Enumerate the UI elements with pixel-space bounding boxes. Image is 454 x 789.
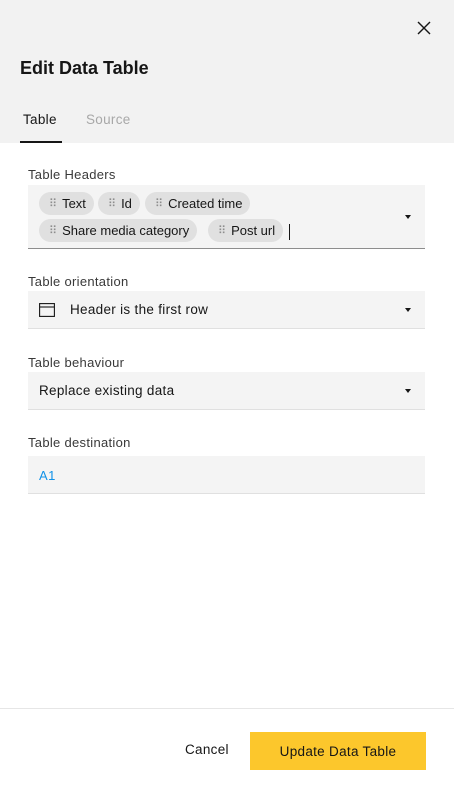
table-layout-icon	[39, 303, 55, 317]
drag-handle-icon[interactable]: ⠿	[108, 197, 116, 210]
update-data-table-button[interactable]: Update Data Table	[250, 732, 426, 770]
table-behaviour-select[interactable]: Replace existing data	[28, 372, 425, 410]
table-orientation-value: Header is the first row	[70, 302, 209, 317]
chevron-down-icon[interactable]	[405, 389, 411, 393]
table-destination-value: A1	[39, 468, 56, 483]
table-behaviour-value: Replace existing data	[39, 383, 175, 398]
close-button[interactable]	[412, 16, 436, 40]
table-orientation-label: Table orientation	[28, 274, 129, 289]
header-chip[interactable]: ⠿ Post url	[208, 219, 284, 242]
tab-table[interactable]: Table	[20, 110, 62, 143]
close-icon[interactable]	[416, 20, 432, 36]
cancel-button[interactable]: Cancel	[185, 742, 229, 757]
header-chip[interactable]: ⠿ Share media category	[39, 219, 198, 242]
header-chip[interactable]: ⠿ Created time	[145, 192, 251, 215]
table-headers-label: Table Headers	[28, 167, 116, 182]
table-destination-label: Table destination	[28, 435, 131, 450]
table-orientation-select[interactable]: Header is the first row	[28, 291, 425, 329]
tab-source[interactable]: Source	[83, 110, 134, 143]
table-behaviour-label: Table behaviour	[28, 355, 125, 370]
header-chip[interactable]: ⠿ Text	[39, 192, 94, 215]
drag-handle-icon[interactable]: ⠿	[218, 224, 226, 237]
drag-handle-icon[interactable]: ⠿	[49, 197, 57, 210]
tab-list: Table Source	[20, 110, 156, 143]
text-cursor	[289, 224, 290, 240]
chevron-down-icon[interactable]	[405, 308, 411, 312]
header-chip[interactable]: ⠿ Id	[98, 192, 140, 215]
drag-handle-icon[interactable]: ⠿	[155, 197, 163, 210]
footer-divider	[0, 708, 454, 709]
drag-handle-icon[interactable]: ⠿	[49, 224, 57, 237]
table-headers-multiselect[interactable]: ⠿ Text ⠿ Id ⠿ Created time ⠿ Share media…	[28, 185, 425, 249]
dialog-header: Edit Data Table Table Source	[0, 0, 454, 143]
table-destination-input[interactable]: A1	[28, 456, 425, 494]
chevron-down-icon[interactable]	[405, 215, 411, 219]
dialog-title: Edit Data Table	[20, 58, 149, 78]
